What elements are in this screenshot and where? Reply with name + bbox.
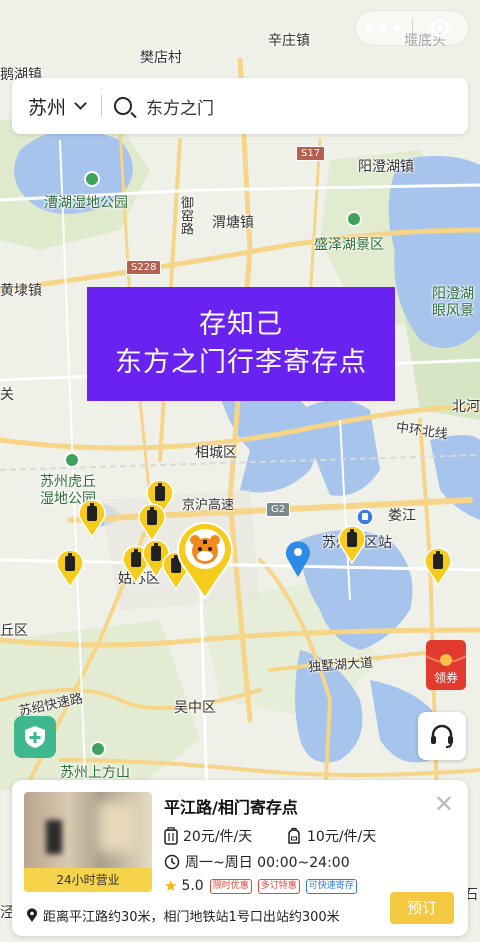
city-selector[interactable]: 苏州 [28, 93, 66, 120]
map-label: 娄江 [388, 508, 416, 524]
metro-station-icon [356, 508, 374, 526]
address-row: 距离平江路约30米，相门地铁站1号口出站约300米 [26, 906, 340, 925]
address-text: 距离平江路约30米，相门地铁站1号口出站约300米 [43, 910, 340, 925]
coupon-label: 领券 [434, 670, 458, 685]
star-icon: ★ [164, 877, 178, 895]
map-label: 御窑路 [178, 196, 193, 235]
price-small: 10元/件/天 [307, 829, 377, 845]
road-shield: G2 [266, 502, 291, 517]
chevron-down-icon[interactable] [74, 97, 87, 110]
insurance-button[interactable] [14, 716, 56, 758]
hours-row: 周一~周日 00:00~24:00 [164, 852, 350, 872]
map-label: 阳澄湖镇 [358, 159, 414, 175]
map-label: 辛庄镇 [268, 33, 310, 49]
map-label: 苏州上方山 [60, 765, 130, 781]
price-small-row: 10元/件/天 [286, 826, 376, 846]
map-label: 渭塘镇 [212, 215, 254, 231]
clock-icon [164, 854, 180, 870]
scenic-icon [90, 741, 106, 757]
tag-limited-offer: 限时优惠 [209, 878, 252, 894]
search-input[interactable]: 东方之门 [146, 94, 214, 119]
luggage-pin[interactable] [56, 548, 84, 588]
park-icon [64, 452, 80, 468]
map-label: 阳澄湖眼风景 [432, 286, 474, 319]
open-hours: 周一~周日 00:00~24:00 [185, 855, 350, 871]
customer-service-button[interactable] [418, 712, 466, 760]
luggage-pin[interactable] [338, 524, 366, 564]
map-label: 吴中区 [174, 700, 216, 716]
location-icon [27, 908, 37, 922]
map-label: 黄埭镇 [0, 283, 42, 299]
store-photo: 24小时营业 [24, 792, 152, 892]
store-title: 平江路/相门寄存点 [164, 798, 298, 817]
suitcase-icon [164, 827, 178, 845]
store-card[interactable]: 24小时营业 平江路/相门寄存点 ✕ 20元/件/天 10元/件/天 周一~周日… [12, 780, 468, 936]
map-label: 盛泽湖景区 [314, 237, 384, 253]
promo-line-2: 东方之门行李寄存点 [115, 347, 367, 378]
close-button[interactable]: ✕ [434, 790, 454, 818]
map-label: 北河 [452, 399, 480, 415]
location-pin-icon [286, 541, 310, 577]
tag-multi-discount: 多订特惠 [257, 878, 300, 894]
luggage-pin[interactable] [78, 498, 106, 538]
map-label: 关 [0, 387, 14, 403]
more-button[interactable]: ••• [356, 16, 412, 40]
road-shield: S17 [296, 146, 326, 161]
luggage-pin[interactable] [424, 546, 452, 586]
rating-row: ★ 5.0 限时优惠 多订特惠 可快速寄存 [164, 877, 357, 895]
headset-icon [431, 724, 453, 748]
open-24h-badge: 24小时营业 [24, 868, 152, 892]
price-large: 20元/件/天 [183, 829, 253, 845]
coupon-button[interactable]: 领券 [422, 638, 470, 692]
shield-plus-icon [25, 726, 45, 748]
map-label: 丘区 [0, 623, 28, 639]
search-bar[interactable]: 苏州 东方之门 [12, 78, 468, 134]
price-large-row: 20元/件/天 [164, 826, 252, 846]
target-icon [431, 19, 450, 37]
divider [101, 95, 103, 117]
road-label: 京沪高速 [182, 498, 235, 513]
map-label: 相城区 [195, 445, 237, 461]
luggage-pin[interactable] [138, 502, 166, 542]
book-button[interactable]: 预订 [390, 892, 454, 924]
promo-banner: 存知己 东方之门行李寄存点 [87, 287, 395, 401]
backpack-icon [288, 827, 300, 844]
search-icon [114, 97, 133, 115]
capsule-menu: ••• [355, 10, 469, 46]
tag-fast-storage: 可快速寄存 [305, 878, 357, 894]
rating-value: 5.0 [181, 878, 204, 894]
road-shield: S228 [126, 260, 162, 275]
park-icon [84, 171, 100, 187]
selected-store-pin[interactable] [176, 520, 234, 600]
close-miniapp-button[interactable] [412, 19, 468, 37]
map-label: 樊店村 [140, 50, 182, 66]
map-label: 漕湖湿地公园 [44, 195, 128, 211]
promo-line-1: 存知己 [199, 309, 283, 340]
scenic-icon [346, 211, 362, 227]
